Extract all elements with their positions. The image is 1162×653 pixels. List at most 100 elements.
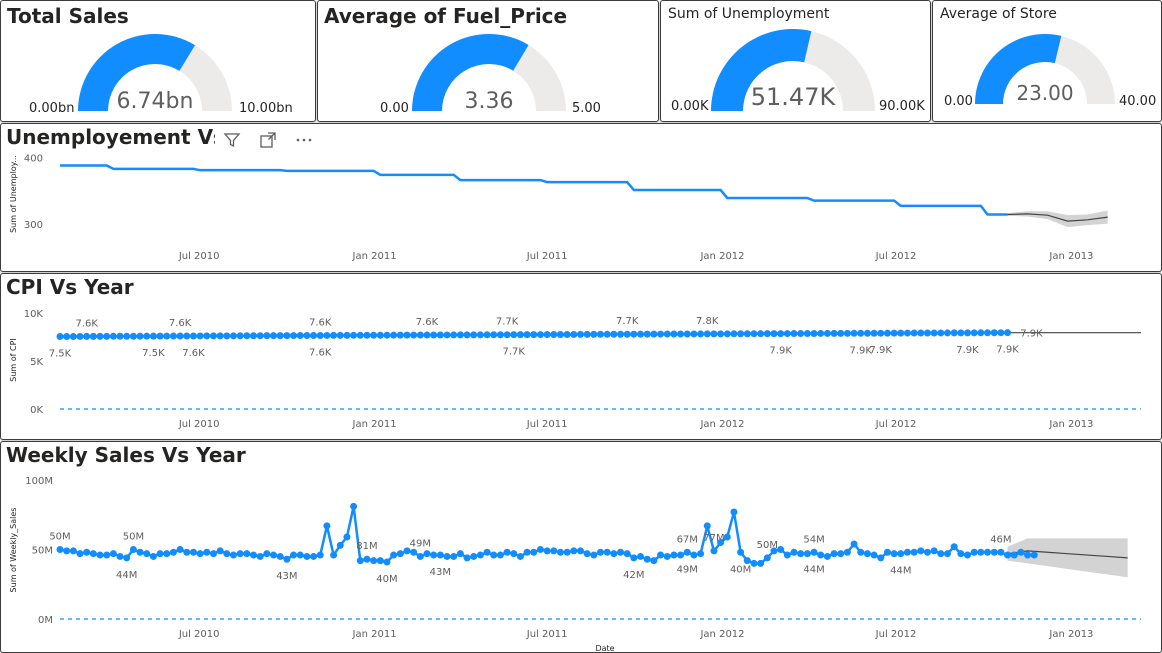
series-line — [60, 164, 1008, 216]
data-point — [503, 331, 511, 339]
data-point — [163, 550, 171, 558]
data-point — [690, 330, 698, 338]
x-tick-label: Jan 2013 — [1048, 419, 1093, 430]
data-point — [276, 552, 284, 560]
data-point — [410, 548, 418, 556]
gauge-value: 6.74bn — [117, 89, 194, 114]
data-point — [583, 330, 591, 338]
data-point — [356, 557, 364, 565]
gauge-card-store[interactable]: Average of Store 23.00 0.00 40.00 — [932, 0, 1162, 122]
data-label: 44M — [890, 566, 911, 577]
x-tick-label: Jul 2012 — [875, 629, 917, 640]
data-point — [223, 550, 231, 558]
chart-card-weekly-sales[interactable]: Weekly Sales Vs Year 0M 50M 100M Sum of Wee… — [0, 441, 1162, 653]
data-point — [383, 558, 391, 566]
gauge-card-fuel-price[interactable]: Average of Fuel_Price 3.36 0.00 5.00 — [317, 0, 659, 122]
data-point — [797, 550, 805, 558]
data-point — [290, 332, 298, 340]
data-point — [496, 551, 504, 559]
data-point — [1030, 551, 1038, 559]
data-point — [423, 550, 431, 558]
gauge-card-total-sales[interactable]: Total Sales 6.74bn 0.00bn 10.00bn — [0, 0, 316, 122]
focus-mode-icon[interactable] — [257, 129, 279, 151]
data-label: 7.6K — [169, 318, 192, 329]
data-point — [443, 552, 451, 560]
data-point — [203, 332, 211, 340]
x-tick-label: Jul 2010 — [178, 419, 220, 430]
data-point — [890, 550, 898, 558]
data-point — [370, 557, 378, 565]
data-point — [516, 331, 524, 339]
data-point — [917, 329, 925, 337]
data-point — [96, 551, 104, 559]
data-point — [383, 331, 391, 339]
data-point — [310, 552, 318, 560]
chart-card-unemployment[interactable]: Unemployement Vs Year 300 400 Sum of Unemp… — [0, 123, 1162, 272]
data-point — [196, 332, 204, 340]
data-point — [997, 329, 1005, 337]
data-point — [476, 331, 484, 339]
data-point — [703, 522, 711, 530]
data-point — [276, 332, 284, 340]
data-point — [336, 331, 344, 339]
data-point — [670, 330, 678, 338]
gauge-chart: 6.74bn 0.00bn 10.00bn — [29, 34, 293, 116]
data-label: 7.6K — [309, 347, 332, 358]
data-label: 43M — [276, 571, 297, 582]
data-point — [843, 329, 851, 337]
gauge-chart: 23.00 0.00 40.00 — [944, 34, 1156, 109]
data-point — [363, 555, 371, 563]
data-point — [857, 329, 865, 337]
data-point — [990, 329, 998, 337]
data-point — [496, 331, 504, 339]
data-point — [1024, 551, 1032, 559]
data-point — [917, 547, 925, 555]
gauge-card-unemployment[interactable]: Sum of Unemployment 51.47K 0.00K 90.00K — [660, 0, 931, 122]
y-tick-label: 10K — [24, 309, 44, 320]
chart-card-cpi[interactable]: CPI Vs Year 0K 5K 10K Sum of CPI Jul 2010 Jan… — [0, 273, 1162, 440]
data-label: 7.8K — [696, 316, 719, 327]
data-point — [296, 332, 304, 340]
data-label: 50M — [49, 532, 70, 543]
data-point — [430, 551, 438, 559]
data-point — [169, 332, 177, 340]
data-point — [750, 330, 758, 338]
data-point — [270, 332, 278, 340]
data-label: 7.6K — [182, 348, 205, 359]
data-point — [203, 548, 211, 556]
line-chart: 300 400 Sum of Unemploy... Jul 2010 Jan 2011… — [9, 154, 1108, 262]
data-point — [356, 331, 364, 339]
data-point — [330, 551, 338, 559]
data-point — [950, 543, 958, 551]
data-label: 49M — [677, 564, 698, 575]
data-label: 40M — [730, 564, 751, 575]
data-point — [657, 330, 665, 338]
x-tick-label: Jul 2011 — [526, 251, 568, 262]
data-label: 77M — [703, 533, 724, 544]
data-point — [343, 331, 351, 339]
filter-icon[interactable] — [221, 129, 243, 151]
data-point — [330, 331, 338, 339]
x-tick-label: Jul 2011 — [526, 629, 568, 640]
x-tick-label: Jul 2010 — [178, 251, 220, 262]
data-point — [970, 548, 978, 556]
data-point — [76, 550, 84, 558]
gauge-chart: 51.47K 0.00K 90.00K — [671, 29, 925, 114]
data-point — [83, 332, 91, 340]
data-point — [463, 554, 471, 562]
data-point — [123, 554, 131, 562]
data-point — [943, 550, 951, 558]
data-point — [436, 331, 444, 339]
data-label: 43M — [430, 567, 451, 578]
data-point — [209, 332, 217, 340]
data-point — [843, 548, 851, 556]
data-point — [163, 332, 171, 340]
gauge-min-label: 0.00 — [380, 101, 409, 116]
data-point — [830, 329, 838, 337]
data-point — [209, 550, 217, 558]
data-point — [670, 551, 678, 559]
data-point — [777, 330, 785, 338]
data-point — [156, 550, 164, 558]
more-options-icon[interactable] — [293, 129, 315, 151]
data-point — [350, 502, 358, 510]
